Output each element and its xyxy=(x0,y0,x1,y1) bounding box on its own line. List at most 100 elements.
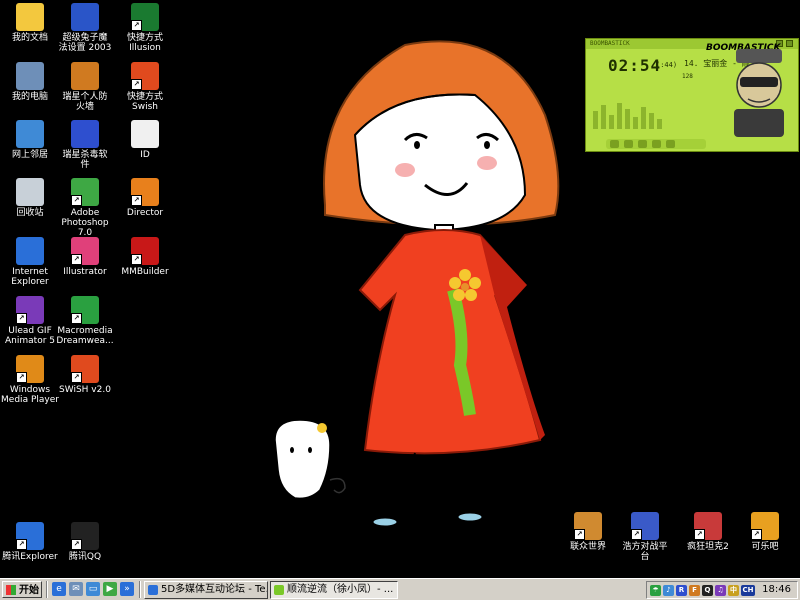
desktop[interactable]: 我的文档 超级兔子魔 法设置 2003 ↗ 快捷方式 Illusion 我的电脑 瑞星个人… xyxy=(0,0,800,578)
task-button-player[interactable]: 顺流逆流（徐小凤）- ... xyxy=(270,581,398,599)
desktop-icon[interactable]: ↗ 疯狂坦克2 xyxy=(678,512,738,552)
desktop-icon-label: Windows Media Player xyxy=(1,385,59,405)
player-next-button[interactable] xyxy=(666,140,675,148)
shortcut-arrow-icon: ↗ xyxy=(131,20,142,31)
desktop-icon[interactable]: ↗ Macromedia Dreamwea... xyxy=(55,296,115,346)
desktop-quicklaunch-icon[interactable]: » xyxy=(120,582,134,596)
desktop-icon[interactable]: ↗ SWiSH v2.0 xyxy=(55,355,115,395)
player-stop-button[interactable] xyxy=(652,140,661,148)
desktop-icon[interactable]: 瑞星个人防 火墙 xyxy=(55,62,115,112)
desktop-icon[interactable]: Internet Explorer xyxy=(0,237,60,287)
player-time-display: 02:54 xyxy=(608,56,662,75)
desktop-icon[interactable]: ↗ 腾讯QQ xyxy=(55,522,115,562)
media-tray-icon[interactable]: ♫ xyxy=(715,585,726,596)
media-quicklaunch-icon[interactable]: ▶ xyxy=(103,582,117,596)
shortcut-arrow-icon: ↗ xyxy=(694,529,705,540)
shortcut-arrow-icon: ↗ xyxy=(751,529,762,540)
windows-flag-icon xyxy=(6,585,16,595)
desktop-icon-label: SWiSH v2.0 xyxy=(59,385,111,395)
start-button[interactable]: 开始 xyxy=(2,581,42,598)
desktop-icon[interactable]: 我的文档 xyxy=(0,3,60,43)
desktop-icon-label: 网上邻居 xyxy=(11,150,48,160)
desktop-icon[interactable]: ↗ 联众世界 xyxy=(558,512,618,552)
desktop-icon[interactable]: 网上邻居 xyxy=(0,120,60,160)
desktop-icon[interactable]: ↗ Illustrator xyxy=(55,237,115,277)
volume-tray-icon[interactable]: ♪ xyxy=(663,585,674,596)
shortcut-arrow-icon: ↗ xyxy=(131,79,142,90)
desktop-icon[interactable]: ID xyxy=(115,120,175,160)
media-player-widget[interactable]: BOOMBASTICK BOOMBASTICK 02:54 (:44) 14. … xyxy=(585,38,799,152)
shortcut-arrow-icon: ↗ xyxy=(71,539,82,550)
ime-tray-icon[interactable]: 中 xyxy=(728,585,739,596)
show-desktop-icon[interactable]: ▭ xyxy=(86,582,100,596)
desktop-icon[interactable]: ↗ Director xyxy=(115,178,175,218)
network-tray-icon[interactable]: ☂ xyxy=(650,585,661,596)
desktop-icon[interactable]: ↗ 浩方对战平 台 xyxy=(615,512,675,562)
browser-window-icon xyxy=(148,585,158,595)
player-pause-button[interactable] xyxy=(638,140,647,148)
kele8-icon: ↗ xyxy=(751,512,779,540)
task-button-forum[interactable]: 5D多媒体互动论坛 - Te... xyxy=(144,581,268,599)
ie-quicklaunch-icon[interactable]: e xyxy=(52,582,66,596)
player-window-icon xyxy=(274,585,284,595)
desktop-icon[interactable]: 我的电脑 xyxy=(0,62,60,102)
desktop-icon[interactable]: ↗ Ulead GIF Animator 5 xyxy=(0,296,60,346)
desktop-icon[interactable]: ↗ 快捷方式 Swish xyxy=(115,62,175,112)
shortcut-arrow-icon: ↗ xyxy=(574,529,585,540)
desktop-icon-label: 疯狂坦克2 xyxy=(687,542,729,552)
desktop-icon[interactable]: 超级兔子魔 法设置 2003 xyxy=(55,3,115,53)
outlook-quicklaunch-icon[interactable]: ✉ xyxy=(69,582,83,596)
illustrator-icon: ↗ xyxy=(71,237,99,265)
clock[interactable]: 18:46 xyxy=(762,582,791,598)
desktop-icon-label: MMBuilder xyxy=(121,267,169,277)
desktop-icon-label: 快捷方式 Illusion xyxy=(126,33,163,53)
desktop-icon[interactable]: 回收站 xyxy=(0,178,60,218)
crazy-tank-icon: ↗ xyxy=(694,512,722,540)
task-label: 顺流逆流（徐小凤）- ... xyxy=(287,584,394,595)
desktop-icon[interactable]: ↗ 快捷方式 Illusion xyxy=(115,3,175,53)
desktop-icon[interactable]: ↗ 腾讯Explorer xyxy=(0,522,60,562)
qq-tray-icon[interactable]: Q xyxy=(702,585,713,596)
qq-icon: ↗ xyxy=(71,522,99,550)
haofang-platform-icon: ↗ xyxy=(631,512,659,540)
player-close-icon[interactable] xyxy=(786,40,793,47)
desktop-icon-label: Internet Explorer xyxy=(11,267,49,287)
desktop-icon-label: 瑞星个人防 火墙 xyxy=(62,92,108,112)
swish-shortcut-icon: ↗ xyxy=(131,62,159,90)
shortcut-arrow-icon: ↗ xyxy=(131,195,142,206)
player-skin-character xyxy=(734,49,784,137)
player-play-button[interactable] xyxy=(624,140,633,148)
desktop-icon[interactable]: ↗ Windows Media Player xyxy=(0,355,60,405)
desktop-icon-label: 快捷方式 Swish xyxy=(126,92,163,112)
desktop-icon-label: 腾讯QQ xyxy=(68,552,102,562)
desktop-icon-label: 我的文档 xyxy=(11,33,48,43)
task-label: 5D多媒体互动论坛 - Te... xyxy=(161,584,268,595)
illusion-shortcut-icon: ↗ xyxy=(131,3,159,31)
player-bitrate: (:44) xyxy=(656,61,678,69)
desktop-icon[interactable]: ↗ Adobe Photoshop 7.0 xyxy=(55,178,115,238)
internet-explorer-icon xyxy=(16,237,44,265)
desktop-icon-label: 腾讯Explorer xyxy=(2,552,58,562)
antivirus-tray-icon[interactable]: R xyxy=(676,585,687,596)
desktop-icon[interactable]: ↗ MMBuilder xyxy=(115,237,175,277)
wallpaper-girl xyxy=(274,40,574,527)
firewall-tray-icon[interactable]: F xyxy=(689,585,700,596)
language-tray-icon[interactable]: CH xyxy=(741,585,755,596)
shortcut-arrow-icon: ↗ xyxy=(131,254,142,265)
recycle-bin-icon xyxy=(16,178,44,206)
dreamweaver-icon: ↗ xyxy=(71,296,99,324)
desktop-icon-label: 联众世界 xyxy=(569,542,606,552)
network-neighborhood-icon xyxy=(16,120,44,148)
taskbar-separator xyxy=(46,581,48,598)
windows-media-player-icon: ↗ xyxy=(16,355,44,383)
desktop-icon[interactable]: ↗ 可乐吧 xyxy=(735,512,795,552)
desktop-icon[interactable]: 瑞星杀毒软 件 xyxy=(55,120,115,170)
desktop-icon-label: 超级兔子魔 法设置 2003 xyxy=(58,33,112,53)
shortcut-arrow-icon: ↗ xyxy=(71,254,82,265)
player-visualizer xyxy=(593,103,662,129)
photoshop-icon: ↗ xyxy=(71,178,99,206)
shortcut-arrow-icon: ↗ xyxy=(16,539,27,550)
taskbar-separator xyxy=(139,581,141,598)
desktop-icon-label: ID xyxy=(140,150,150,160)
player-prev-button[interactable] xyxy=(610,140,619,148)
